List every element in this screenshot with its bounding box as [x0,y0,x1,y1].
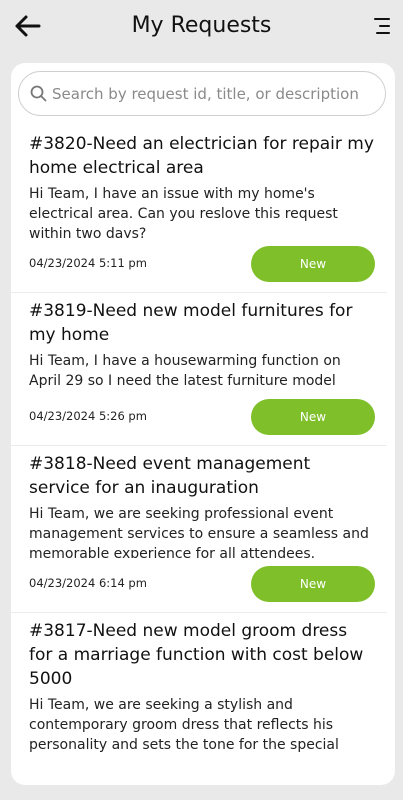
app-header: My Requests [0,0,403,56]
request-description: Hi Team, we are seeking professional eve… [29,506,369,558]
request-description: Hi Team, I have an issue with my home's … [29,186,338,238]
search-input[interactable] [52,84,372,103]
request-date: 04/23/2024 5:11 pm [29,256,147,270]
request-description: Hi Team, I have a housewarming function … [29,353,341,389]
search-box[interactable] [18,71,386,116]
request-title: #3819-Need new model furnitures for my h… [29,301,353,345]
requests-panel: #3820-Need an electrician for repair my … [11,63,395,785]
request-date: 04/23/2024 6:14 pm [29,576,147,590]
menu-button[interactable] [371,14,393,38]
status-badge[interactable]: New [251,566,375,602]
request-title: #3817-Need new model groom dress for a m… [29,621,364,689]
menu-icon [374,18,390,34]
page-title: My Requests [131,13,272,38]
status-badge[interactable]: New [251,399,375,435]
request-description: Hi Team, we are seeking a stylish and co… [29,697,339,753]
request-title: #3818-Need event management service for … [29,454,311,498]
request-footer: 04/23/2024 5:26 pm New [29,397,375,437]
request-card[interactable]: #3819-Need new model furnitures for my h… [11,293,387,446]
request-card[interactable]: #3820-Need an electrician for repair my … [11,126,387,293]
request-date: 04/23/2024 5:26 pm [29,409,147,423]
request-list: #3820-Need an electrician for repair my … [11,126,395,763]
request-footer: 04/23/2024 5:11 pm New [29,244,375,284]
request-title: #3820-Need an electrician for repair my … [29,134,374,178]
status-badge[interactable]: New [251,246,375,282]
request-footer: 04/23/2024 6:14 pm New [29,564,375,604]
search-icon [29,85,47,103]
request-card[interactable]: #3818-Need event management service for … [11,446,387,613]
request-card[interactable]: #3817-Need new model groom dress for a m… [11,613,387,763]
